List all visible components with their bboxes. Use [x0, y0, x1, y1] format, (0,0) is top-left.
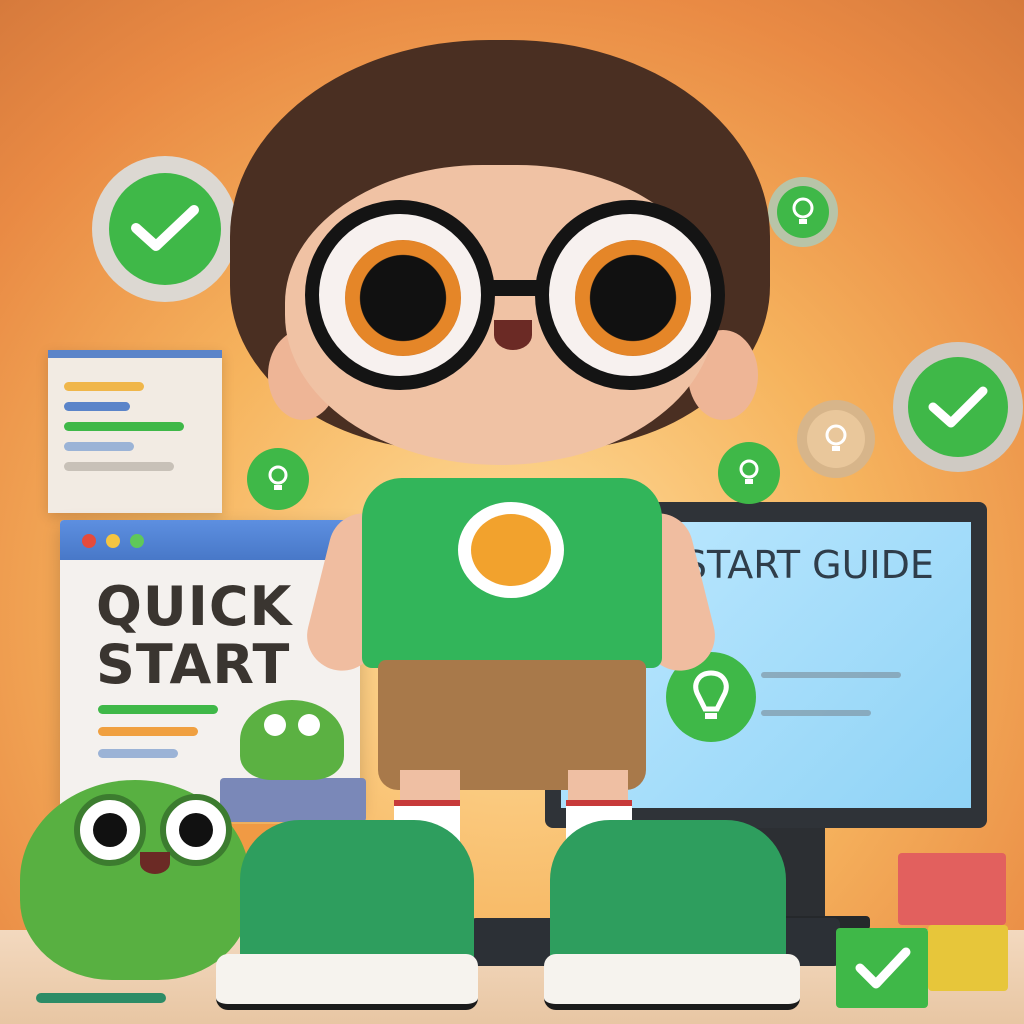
sneaker-sole: [544, 954, 800, 1010]
book: [220, 778, 366, 822]
shirt-logo-icon: [458, 502, 564, 598]
green-robot: [20, 780, 250, 980]
yellow-block: [928, 925, 1008, 991]
note-panel: [48, 350, 222, 513]
small-green-robot: [240, 700, 344, 780]
browser-title: QUICK START: [96, 575, 293, 696]
browser-titlebar: [60, 520, 360, 560]
glasses-lens: [305, 200, 495, 390]
checkmark-badge-icon: [92, 156, 238, 302]
checkmark-badge-icon: [893, 342, 1023, 472]
red-block: [898, 853, 1006, 925]
lightbulb-badge-icon: [247, 448, 309, 510]
close-dot-icon: [82, 534, 96, 548]
character-mouth: [494, 320, 532, 350]
pen: [36, 993, 166, 1003]
minimize-dot-icon: [106, 534, 120, 548]
glasses-bridge: [485, 280, 547, 296]
checkmark-block-icon: [836, 928, 928, 1008]
lightbulb-badge-icon: [718, 442, 780, 504]
sneaker-sole: [216, 954, 478, 1010]
illustration-scene: QUICK START ICK START GUIDE: [0, 0, 1024, 1024]
lightbulb-badge-icon: [797, 400, 875, 478]
maximize-dot-icon: [130, 534, 144, 548]
lightbulb-badge-icon: [768, 177, 838, 247]
glasses-lens: [535, 200, 725, 390]
